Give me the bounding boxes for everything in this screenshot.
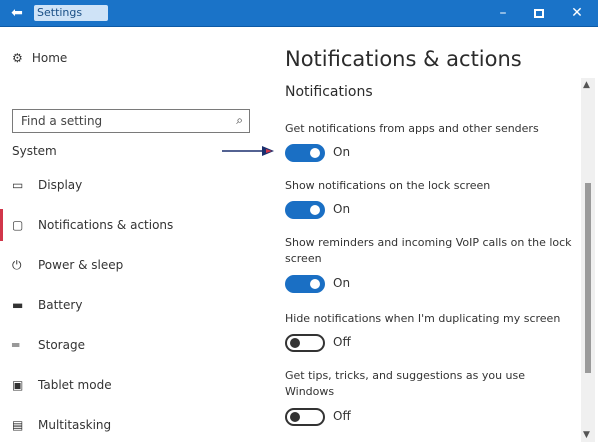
- toggle-state: On: [333, 276, 351, 290]
- search-icon[interactable]: ⌕: [236, 113, 243, 128]
- maximize-icon: [534, 8, 544, 18]
- close-button[interactable]: ✕: [566, 3, 588, 23]
- title-bar: ⬅ Settings – ✕: [0, 0, 598, 27]
- sidebar-item-tablet-mode[interactable]: ▣ Tablet mode: [12, 375, 252, 395]
- sidebar-item-notifications[interactable]: ▢ Notifications & actions: [0, 209, 252, 241]
- sidebar: ⚙ Home Find a setting ⌕ System ▭ Display …: [0, 27, 274, 442]
- section-label-system: System: [12, 144, 57, 158]
- toggle-knob: [290, 338, 300, 348]
- toggle-knob: [310, 148, 320, 158]
- window-title: Settings: [34, 5, 108, 21]
- scroll-thumb[interactable]: [585, 183, 591, 373]
- setting-label: Hide notifications when I'm duplicating …: [285, 312, 561, 325]
- main-content: Notifications & actions Notifications Ge…: [285, 27, 575, 442]
- sidebar-item-label: Tablet mode: [38, 378, 112, 392]
- scroll-up-icon[interactable]: ▲: [583, 80, 590, 90]
- setting-label: Show notifications on the lock screen: [285, 179, 491, 192]
- toggle-state: Off: [333, 335, 351, 349]
- battery-icon: ▬: [12, 298, 24, 312]
- home-label: Home: [31, 51, 68, 65]
- display-icon: ▭: [12, 178, 24, 192]
- annotation-arrow: [222, 146, 274, 156]
- toggle-knob: [290, 412, 300, 422]
- sidebar-item-multitasking[interactable]: ▤ Multitasking: [12, 415, 252, 435]
- search-box[interactable]: Find a setting ⌕: [12, 109, 250, 133]
- setting-label: Get tips, tricks, and suggestions as you…: [285, 369, 526, 398]
- sidebar-item-label: Power & sleep: [38, 258, 124, 272]
- sidebar-item-label: Battery: [38, 298, 83, 312]
- toggle-switch[interactable]: [285, 201, 325, 219]
- back-arrow-icon[interactable]: ⬅: [6, 3, 28, 23]
- sidebar-item-label: Notifications & actions: [38, 218, 174, 232]
- sidebar-item-display[interactable]: ▭ Display: [12, 175, 252, 195]
- toggle-state: On: [333, 202, 351, 216]
- scroll-down-icon[interactable]: ▼: [583, 430, 590, 440]
- section-title: Notifications: [285, 84, 373, 100]
- sidebar-item-battery[interactable]: ▬ Battery: [12, 295, 252, 315]
- toggle-knob: [310, 205, 320, 215]
- tablet-icon: ▣: [12, 378, 24, 392]
- scrollbar[interactable]: ▲ ▼: [581, 78, 595, 442]
- sidebar-item-label: Storage: [38, 338, 85, 352]
- toggle-switch[interactable]: [285, 408, 325, 426]
- sidebar-item-label: Multitasking: [38, 418, 112, 432]
- power-icon: ⏻: [12, 258, 22, 272]
- maximize-button[interactable]: [528, 3, 550, 23]
- setting-label: Get notifications from apps and other se…: [285, 122, 539, 135]
- storage-icon: ═: [12, 338, 20, 352]
- sidebar-item-power-sleep[interactable]: ⏻ Power & sleep: [12, 255, 252, 275]
- sidebar-item-storage[interactable]: ═ Storage: [12, 335, 252, 355]
- sidebar-home[interactable]: ⚙ Home: [12, 51, 67, 65]
- gear-icon: ⚙: [12, 51, 23, 65]
- notifications-icon: ▢: [12, 218, 24, 232]
- search-input[interactable]: Find a setting: [21, 114, 102, 128]
- setting-label: Show reminders and incoming VoIP calls o…: [285, 236, 572, 265]
- multitasking-icon: ▤: [12, 418, 24, 432]
- toggle-switch[interactable]: [285, 144, 325, 162]
- minimize-button[interactable]: –: [492, 3, 514, 23]
- toggle-knob: [310, 279, 320, 289]
- toggle-state: On: [333, 145, 351, 159]
- toggle-switch[interactable]: [285, 275, 325, 293]
- toggle-state: Off: [333, 409, 351, 423]
- toggle-switch[interactable]: [285, 334, 325, 352]
- page-title: Notifications & actions: [285, 47, 522, 71]
- sidebar-item-label: Display: [38, 178, 83, 192]
